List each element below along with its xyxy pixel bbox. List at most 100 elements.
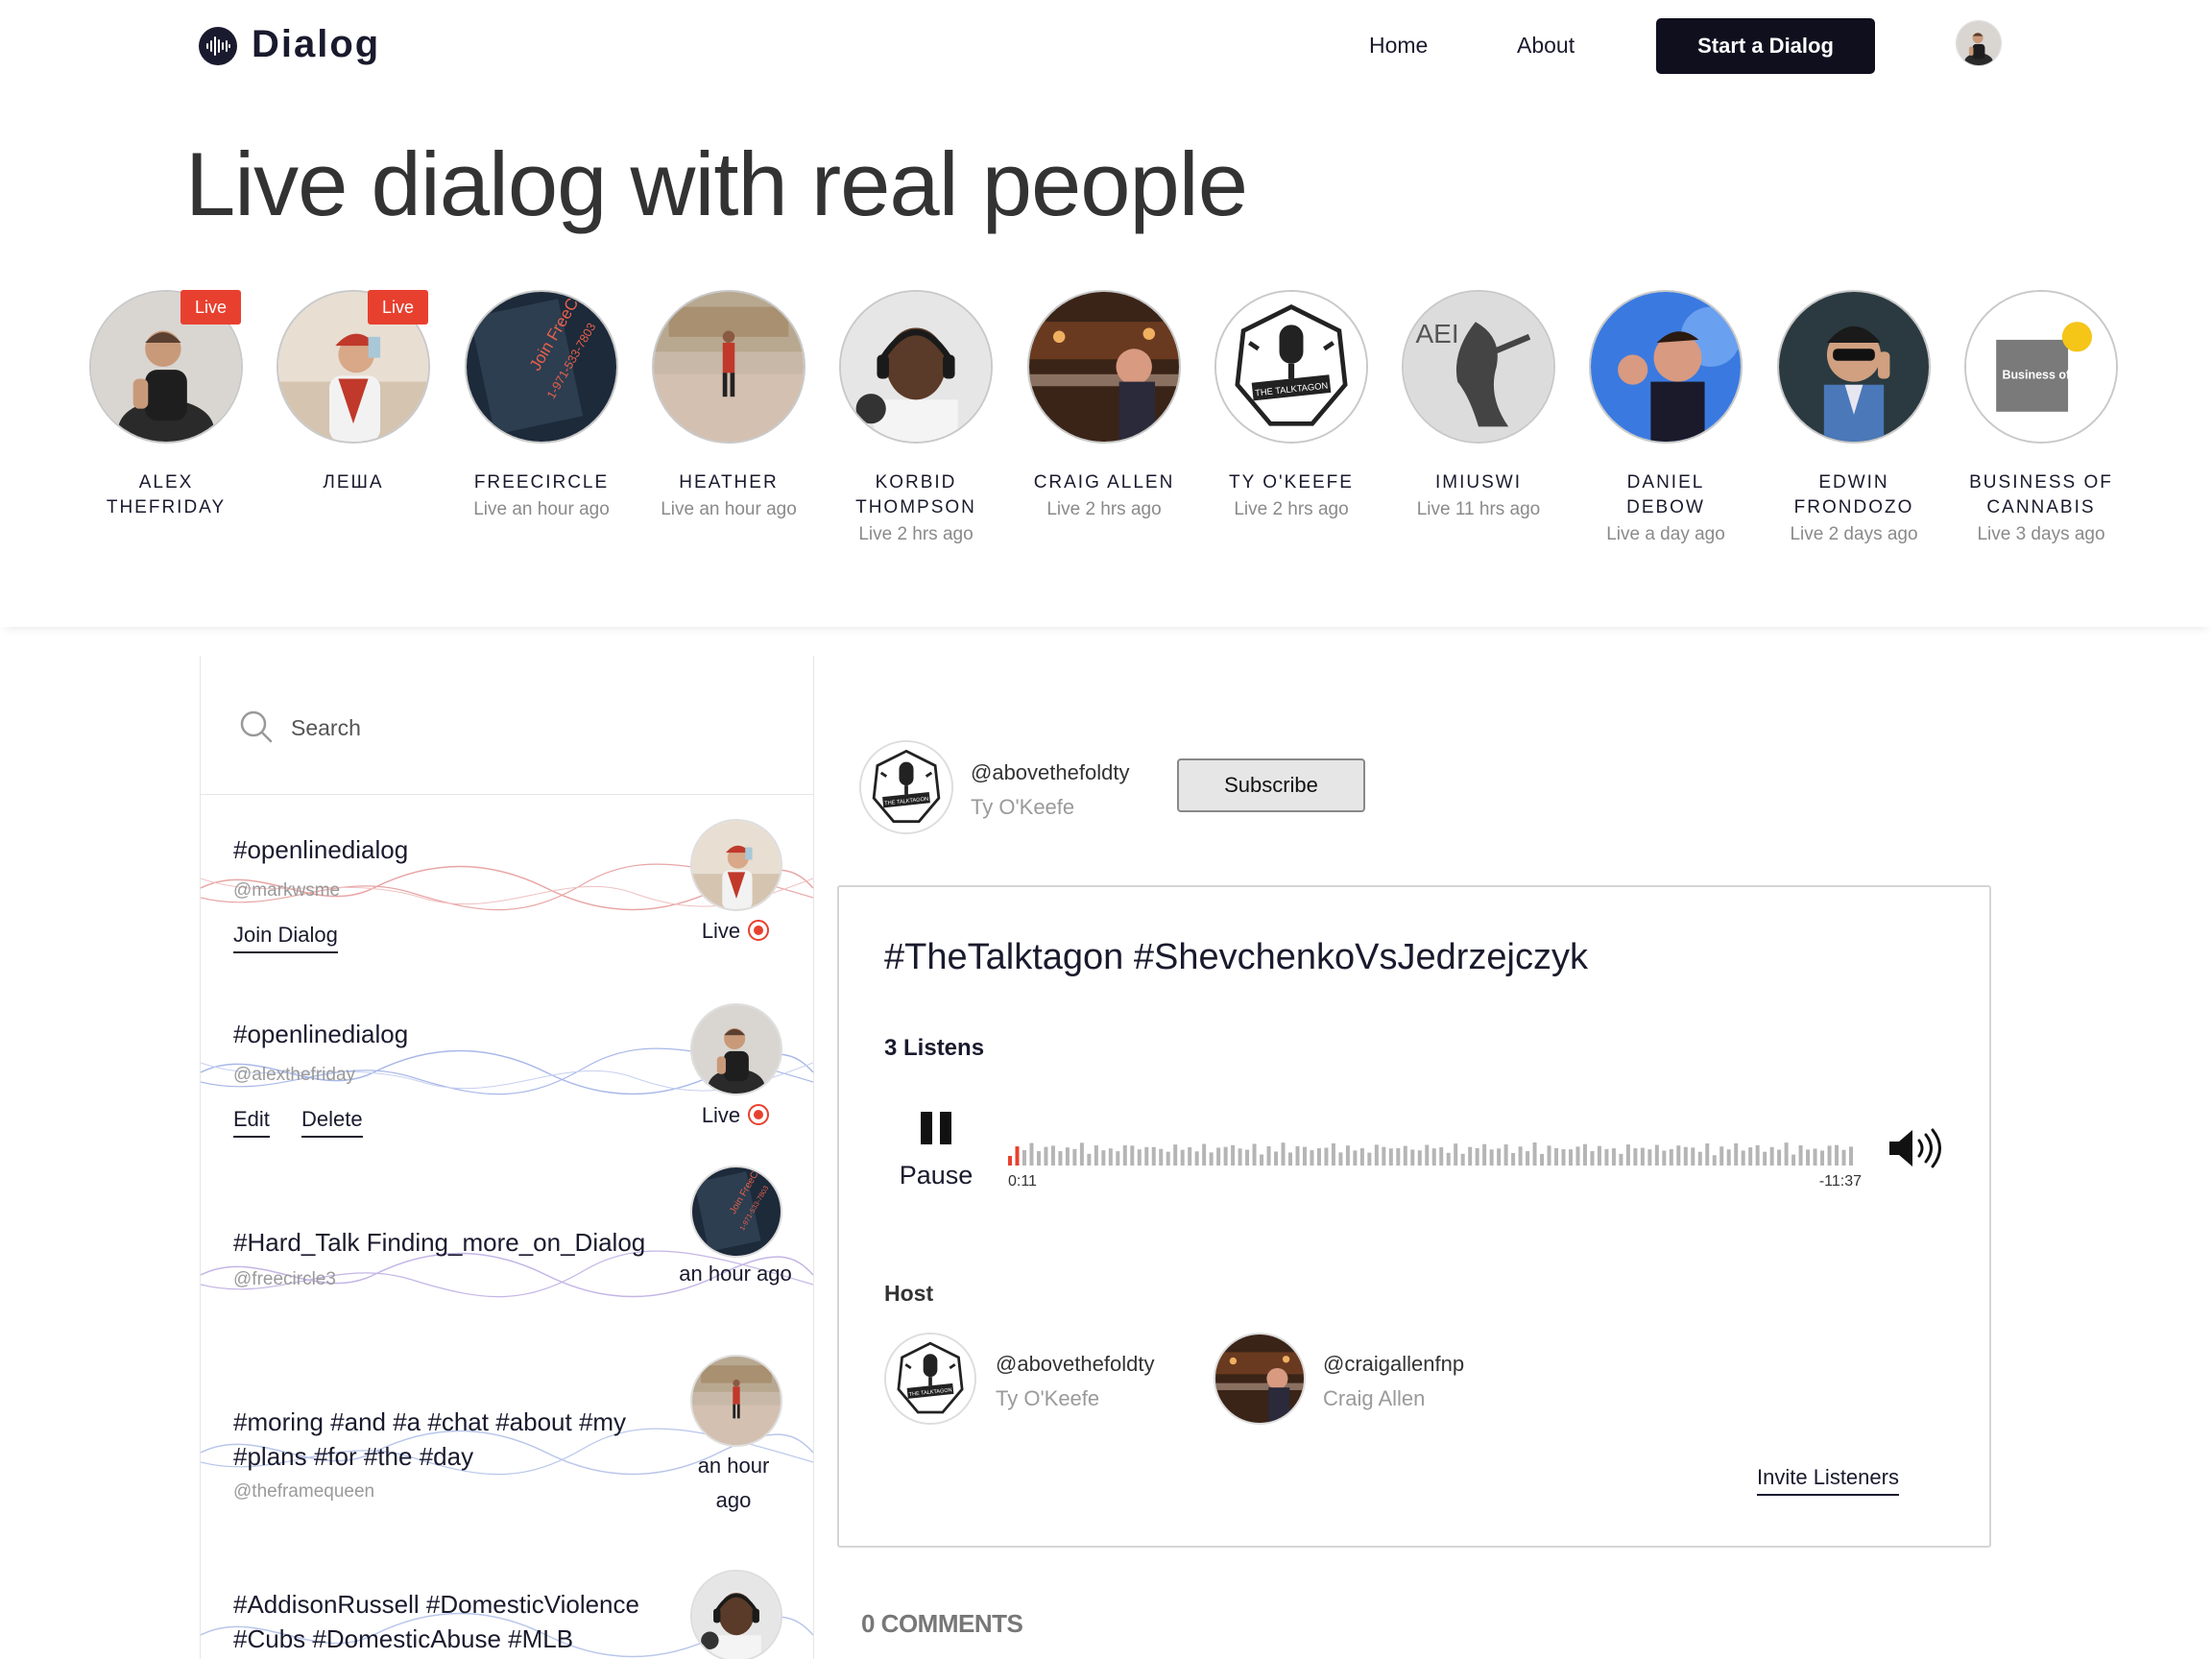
host-avatar[interactable] [884, 1333, 976, 1425]
profile-last-live: Live 2 hrs ago [1234, 499, 1349, 519]
dialog-status: Live [673, 1103, 798, 1128]
volume-icon [1889, 1128, 1941, 1168]
waveform-bar [1734, 1142, 1739, 1166]
delete-dialog-link[interactable]: Delete [301, 1107, 363, 1138]
profile-last-live: Live 2 hrs ago [858, 524, 974, 544]
profile-name[interactable]: DANIEL DEBOW [1594, 470, 1738, 520]
waveform-bar [1640, 1147, 1645, 1166]
profile-name[interactable]: IMIUSWI [1407, 470, 1551, 495]
search-input[interactable] [289, 709, 696, 746]
profile-card[interactable]: HEATHER Live an hour ago [647, 290, 810, 522]
dialog-list-item[interactable]: #moring #and #a #chat #about #my #plans … [201, 1355, 813, 1568]
waveform-bar [1388, 1148, 1393, 1166]
waveform-bar [1209, 1152, 1214, 1166]
waveform-bar [1849, 1146, 1853, 1166]
profile-name[interactable]: TY O'KEEFE [1219, 470, 1363, 495]
dialog-host-avatar[interactable] [690, 819, 782, 911]
dialog-list-item[interactable]: #AddisonRussell #DomesticViolence #Cubs … [201, 1570, 813, 1659]
profile-card[interactable]: Live ЛЕША [272, 290, 435, 495]
profile-card[interactable]: KORBID THOMPSON Live 2 hrs ago [834, 290, 998, 547]
host-handle[interactable]: @craigallenfnp [1323, 1352, 1464, 1377]
profile-name[interactable]: ALEX THEFRIDAY [94, 470, 238, 520]
start-dialog-button[interactable]: Start a Dialog [1656, 18, 1875, 74]
profile-card[interactable]: EDWIN FRONDOZO Live 2 days ago [1772, 290, 1936, 547]
dialog-title[interactable]: #openlinedialog [233, 832, 646, 867]
join-dialog-link[interactable]: Join Dialog [233, 923, 338, 953]
nav-about-link[interactable]: About [1517, 33, 1575, 59]
waveform-bar [1058, 1151, 1063, 1166]
dialog-title[interactable]: #moring #and #a #chat #about #my #plans … [233, 1405, 646, 1474]
waveform-bar [1748, 1147, 1753, 1166]
user-avatar[interactable] [1956, 20, 2002, 66]
profile-avatar[interactable] [839, 290, 993, 444]
waveform-bar [1159, 1148, 1164, 1166]
waveform-bar [1712, 1155, 1717, 1166]
host-handle[interactable]: @abovethefoldty [996, 1352, 1154, 1377]
profile-card[interactable]: FREECIRCLE Live an hour ago [460, 290, 623, 522]
waveform-bar [1302, 1146, 1307, 1166]
waveform-bar [1798, 1145, 1803, 1166]
profile-avatar[interactable] [1589, 290, 1743, 444]
dialog-handle: @theframequeen [233, 1481, 375, 1502]
pause-button[interactable]: Pause [883, 1110, 989, 1190]
profile-card[interactable]: Live ALEX THEFRIDAY [84, 290, 248, 520]
profile-avatar[interactable] [1214, 290, 1368, 444]
waveform-bar [1625, 1144, 1630, 1166]
profile-name[interactable]: EDWIN FRONDOZO [1782, 470, 1926, 520]
profile-name[interactable]: HEATHER [657, 470, 801, 495]
profile-card[interactable]: CRAIG ALLEN Live 2 hrs ago [1022, 290, 1186, 522]
dialog-logo-icon[interactable] [199, 27, 237, 65]
profile-avatar[interactable] [652, 290, 805, 444]
profile-card[interactable]: TY O'KEEFE Live 2 hrs ago [1210, 290, 1373, 522]
dialog-owner-avatar[interactable] [859, 740, 953, 834]
profile-name[interactable]: BUSINESS OF CANNABIS [1969, 470, 2113, 520]
waveform-bar [1173, 1144, 1178, 1166]
waveform-bar [1144, 1146, 1149, 1166]
dialog-list-item[interactable]: #Hard_Talk Finding_more_on_Dialog @freec… [201, 1166, 813, 1361]
edit-dialog-link[interactable]: Edit [233, 1107, 270, 1138]
profile-last-live: Live 3 days ago [1977, 524, 2105, 544]
dialog-host-avatar[interactable] [690, 1355, 782, 1447]
dialog-host-avatar[interactable] [690, 1003, 782, 1095]
profile-name[interactable]: KORBID THOMPSON [844, 470, 988, 520]
profile-card[interactable]: DANIEL DEBOW Live a day ago [1584, 290, 1747, 547]
waveform-bar [1446, 1152, 1451, 1166]
dialog-host-avatar[interactable] [690, 1166, 782, 1258]
dialog-host-avatar[interactable] [690, 1570, 782, 1659]
profile-avatar[interactable] [1777, 290, 1931, 444]
volume-button[interactable] [1887, 1127, 1943, 1174]
waveform-bar [1122, 1144, 1127, 1166]
profile-card[interactable]: Business of Cannabis BUSINESS OF CANNABIS… [1960, 290, 2123, 547]
profile-name[interactable]: ЛЕША [281, 470, 425, 495]
remaining-time: -11:37 [1818, 1173, 1862, 1190]
nav-home-link[interactable]: Home [1369, 33, 1428, 59]
profile-avatar[interactable] [1402, 290, 1555, 444]
dialog-title[interactable]: #openlinedialog [233, 1017, 646, 1051]
waveform-bar [1274, 1151, 1279, 1166]
dialog-list-item[interactable]: #openlinedialog @markwsme Join Dialog Li… [201, 819, 813, 982]
waveform-bar [1662, 1150, 1667, 1166]
waveform-bar [1741, 1150, 1745, 1166]
waveform-bar [1460, 1153, 1465, 1166]
audio-waveform-scrubber[interactable] [1008, 1127, 1853, 1166]
waveform-bar [1231, 1144, 1236, 1166]
host-avatar[interactable] [1214, 1333, 1306, 1425]
profile-avatar[interactable] [465, 290, 618, 444]
profile-name[interactable]: FREECIRCLE [469, 470, 613, 495]
invite-listeners-link[interactable]: Invite Listeners [1757, 1465, 1899, 1496]
dialog-list-item[interactable]: #openlinedialog @alexthefriday Edit Dele… [201, 1003, 813, 1166]
profile-name[interactable]: CRAIG ALLEN [1032, 470, 1176, 495]
search-icon[interactable] [239, 709, 274, 749]
waveform-bar [1554, 1147, 1559, 1166]
waveform-bar [1503, 1144, 1508, 1166]
dialog-owner-handle[interactable]: @abovethefoldty [971, 760, 1129, 785]
subscribe-button[interactable]: Subscribe [1177, 758, 1365, 812]
waveform-bar [1590, 1150, 1595, 1166]
profile-avatar[interactable]: Business of Cannabis [1964, 290, 2118, 444]
profile-card[interactable]: IMIUSWI Live 11 hrs ago [1397, 290, 1560, 522]
waveform-bar [1582, 1143, 1587, 1166]
dialog-title[interactable]: #AddisonRussell #DomesticViolence #Cubs … [233, 1587, 665, 1656]
dialog-title[interactable]: #Hard_Talk Finding_more_on_Dialog [233, 1225, 675, 1260]
profile-avatar[interactable] [1027, 290, 1181, 444]
brand-name[interactable]: Dialog [252, 23, 380, 66]
